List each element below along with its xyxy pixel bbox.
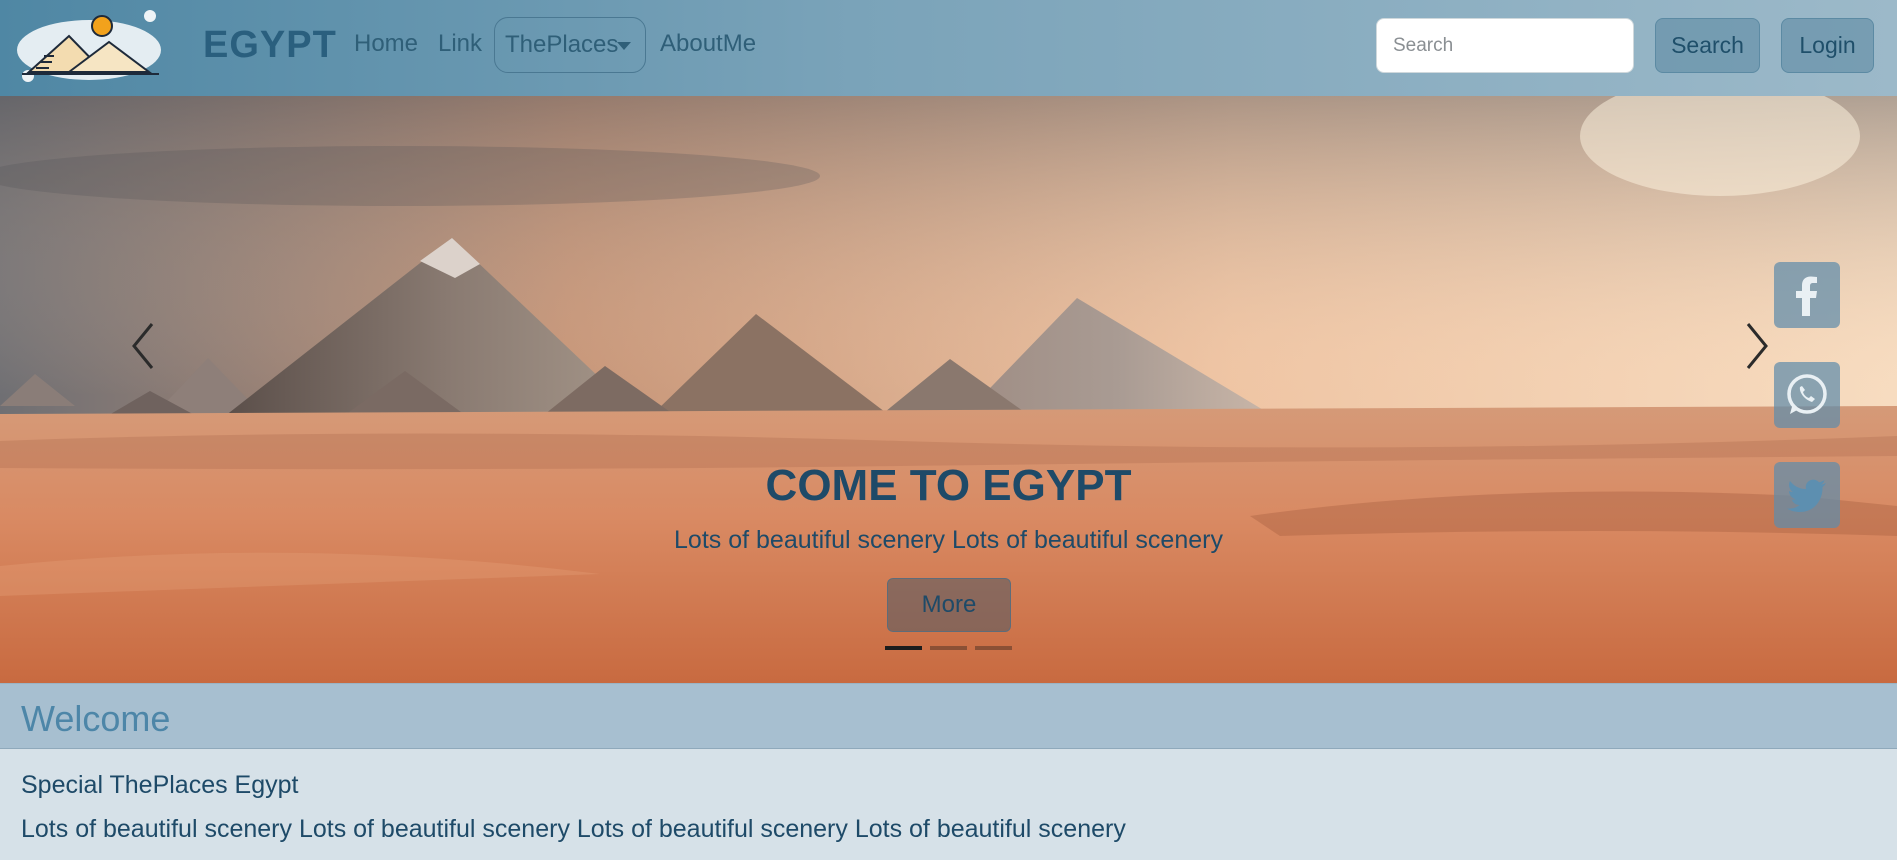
carousel-indicator[interactable]	[930, 646, 967, 650]
hero-subtitle: Lots of beautiful scenery Lots of beauti…	[674, 526, 1223, 554]
search-input[interactable]	[1376, 18, 1634, 73]
nav-link-link[interactable]: Link	[438, 30, 482, 58]
facebook-icon[interactable]	[1774, 262, 1840, 328]
nav-aboutme-link[interactable]: AboutMe	[660, 30, 756, 58]
carousel-indicator[interactable]	[975, 646, 1012, 650]
welcome-text: Lots of beautiful scenery Lots of beauti…	[21, 815, 1126, 843]
pyramids-logo-icon[interactable]	[14, 8, 164, 84]
login-button[interactable]: Login	[1781, 18, 1874, 73]
dropdown-label: ThePlaces	[505, 31, 619, 58]
caret-down-icon	[617, 42, 631, 50]
welcome-title: Welcome	[21, 698, 171, 739]
brand-title[interactable]: EGYPT	[203, 24, 337, 67]
navbar: EGYPT Home Link ThePlaces AboutMe Search…	[0, 0, 1897, 96]
theplaces-dropdown[interactable]: ThePlaces	[494, 17, 646, 73]
more-button[interactable]: More	[887, 578, 1011, 632]
search-button[interactable]: Search	[1655, 18, 1760, 73]
carousel-prev-icon[interactable]	[124, 316, 160, 376]
carousel-indicator[interactable]	[885, 646, 922, 650]
welcome-card-header: Welcome	[0, 683, 1897, 749]
hero-title: COME TO EGYPT	[765, 461, 1132, 510]
welcome-subtitle: Special ThePlaces Egypt	[21, 771, 299, 799]
hero-carousel: COME TO EGYPT Lots of beautiful scenery …	[0, 96, 1897, 683]
carousel-next-icon[interactable]	[1740, 316, 1776, 376]
carousel-indicators	[885, 646, 1012, 650]
twitter-icon[interactable]	[1774, 462, 1840, 528]
welcome-card-body: Special ThePlaces Egypt Lots of beautifu…	[0, 749, 1897, 860]
whatsapp-icon[interactable]	[1774, 362, 1840, 428]
nav-home-link[interactable]: Home	[354, 30, 418, 58]
